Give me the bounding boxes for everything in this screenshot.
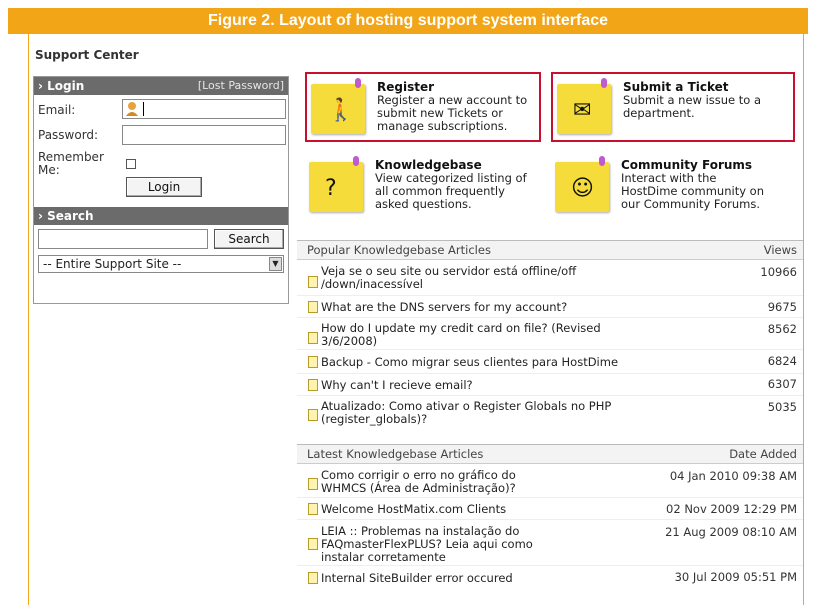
document-icon: [308, 276, 318, 288]
view-count: 6824: [767, 354, 797, 368]
article-link[interactable]: What are the DNS servers for my account?: [321, 301, 567, 314]
tile-description: Submit a new issue to a department.: [623, 93, 762, 120]
login-button-row: Login: [34, 177, 288, 203]
date-added: 30 Jul 2009 05:51 PM: [674, 570, 797, 584]
remember-row: Remember Me:: [34, 147, 288, 177]
view-count: 8562: [767, 322, 797, 336]
left-sidebar: › Login [Lost Password] Email: Password:: [33, 76, 289, 304]
search-row: Search: [34, 229, 288, 255]
article-link[interactable]: Why can't I recieve email?: [321, 379, 473, 392]
column-header-views: Views: [763, 243, 797, 257]
article-link[interactable]: Veja se o seu site ou servidor está offl…: [321, 265, 576, 291]
table-title: Popular Knowledgebase Articles: [307, 243, 491, 257]
chat-icon: ☺: [555, 156, 609, 212]
password-row: Password:: [34, 123, 288, 147]
document-icon: [308, 301, 318, 313]
latest-articles-table: Latest Knowledgebase Articles Date Added…: [297, 444, 803, 588]
search-button[interactable]: Search: [214, 229, 284, 249]
remember-label: Remember Me:: [38, 150, 104, 177]
document-icon: [308, 538, 318, 550]
scope-row: -- Entire Support Site -- ▼: [34, 255, 288, 277]
tile-register[interactable]: 🚶 Register Register a new account to subm…: [305, 72, 541, 142]
table-title: Latest Knowledgebase Articles: [307, 447, 484, 461]
date-added: 04 Jan 2010 09:38 AM: [669, 469, 797, 483]
login-button[interactable]: Login: [126, 177, 202, 197]
email-row: Email:: [34, 99, 288, 123]
search-panel-header: › Search: [34, 207, 288, 225]
walking-figure-icon: 🚶: [311, 78, 365, 134]
table-row[interactable]: Why can't I recieve email? 6307: [297, 374, 803, 396]
column-header-date-added: Date Added: [729, 447, 797, 461]
email-label: Email:: [38, 103, 76, 117]
popular-articles-table: Popular Knowledgebase Articles Views Vej…: [297, 240, 803, 428]
view-count: 10966: [760, 265, 797, 279]
email-field[interactable]: [122, 99, 286, 119]
page-title: Support Center: [35, 48, 139, 62]
date-added: 21 Aug 2009 08:10 AM: [665, 525, 797, 539]
tile-description: View categorized listing of all common fr…: [375, 171, 527, 211]
tile-title: Submit a Ticket: [623, 80, 729, 94]
tile-title: Community Forums: [621, 158, 753, 172]
password-label: Password:: [38, 128, 99, 142]
question-mark-icon: ?: [309, 156, 363, 212]
figure-title: Figure 2. Layout of hosting support syst…: [8, 8, 808, 34]
date-added: 02 Nov 2009 12:29 PM: [666, 502, 797, 516]
table-row[interactable]: Atualizado: Como ativar o Register Globa…: [297, 396, 803, 428]
tile-description: Register a new account to submit new Tick…: [377, 93, 528, 133]
tile-knowledgebase[interactable]: ? Knowledgebase View categorized listing…: [305, 152, 541, 222]
table-row[interactable]: What are the DNS servers for my account?…: [297, 296, 803, 318]
search-scope-value: -- Entire Support Site --: [43, 257, 182, 271]
latest-articles-header: Latest Knowledgebase Articles Date Added: [297, 444, 803, 464]
table-row[interactable]: Como corrigir o erro no gráfico do WHMCS …: [297, 464, 803, 498]
table-row[interactable]: Veja se o seu site ou servidor está offl…: [297, 260, 803, 296]
table-row[interactable]: Internal SiteBuilder error occured 30 Ju…: [297, 566, 803, 588]
tile-submit-ticket[interactable]: ✉ Submit a Ticket Submit a new issue to …: [551, 72, 795, 142]
document-icon: [308, 356, 318, 368]
article-link[interactable]: Welcome HostMatix.com Clients: [321, 503, 506, 516]
article-link[interactable]: Backup - Como migrar seus clientes para …: [321, 356, 618, 369]
table-row[interactable]: Welcome HostMatix.com Clients 02 Nov 200…: [297, 498, 803, 520]
login-panel-header: › Login [Lost Password]: [34, 77, 288, 95]
tile-title: Knowledgebase: [375, 158, 482, 172]
user-icon: [125, 101, 139, 117]
view-count: 9675: [767, 300, 797, 314]
lost-password-link[interactable]: [Lost Password]: [198, 77, 284, 95]
support-center-frame: Support Center › Login [Lost Password] E…: [28, 34, 804, 605]
tile-description: Interact with the HostDime community on ou…: [621, 171, 764, 211]
document-icon: [308, 409, 318, 421]
table-row[interactable]: Backup - Como migrar seus clientes para …: [297, 350, 803, 374]
remember-me-checkbox[interactable]: [126, 159, 136, 169]
search-input[interactable]: [38, 229, 208, 249]
document-icon: [308, 572, 318, 584]
article-link[interactable]: Como corrigir o erro no gráfico do WHMCS …: [321, 469, 516, 495]
tile-community-forums[interactable]: ☺ Community Forums Interact with the Host…: [551, 152, 795, 222]
article-link[interactable]: How do I update my credit card on file? …: [321, 322, 601, 348]
popular-articles-header: Popular Knowledgebase Articles Views: [297, 240, 803, 260]
password-field[interactable]: [122, 125, 286, 145]
article-link[interactable]: Atualizado: Como ativar o Register Globa…: [321, 400, 611, 426]
view-count: 5035: [767, 400, 797, 414]
chevron-down-icon[interactable]: ▼: [269, 257, 282, 271]
document-icon: [308, 503, 318, 515]
table-row[interactable]: LEIA :: Problemas na instalação do FAQmas…: [297, 520, 803, 566]
document-icon: [308, 379, 318, 391]
document-icon: [308, 332, 318, 344]
table-row[interactable]: How do I update my credit card on file? …: [297, 318, 803, 350]
tile-title: Register: [377, 80, 435, 94]
document-icon: [308, 478, 318, 490]
article-link[interactable]: Internal SiteBuilder error occured: [321, 572, 513, 585]
search-scope-select[interactable]: -- Entire Support Site -- ▼: [38, 255, 284, 273]
login-header-label: › Login: [38, 79, 85, 93]
envelope-icon: ✉: [557, 78, 611, 134]
view-count: 6307: [767, 377, 797, 391]
article-link[interactable]: LEIA :: Problemas na instalação do FAQmas…: [321, 525, 533, 564]
search-header-label: › Search: [38, 209, 94, 223]
